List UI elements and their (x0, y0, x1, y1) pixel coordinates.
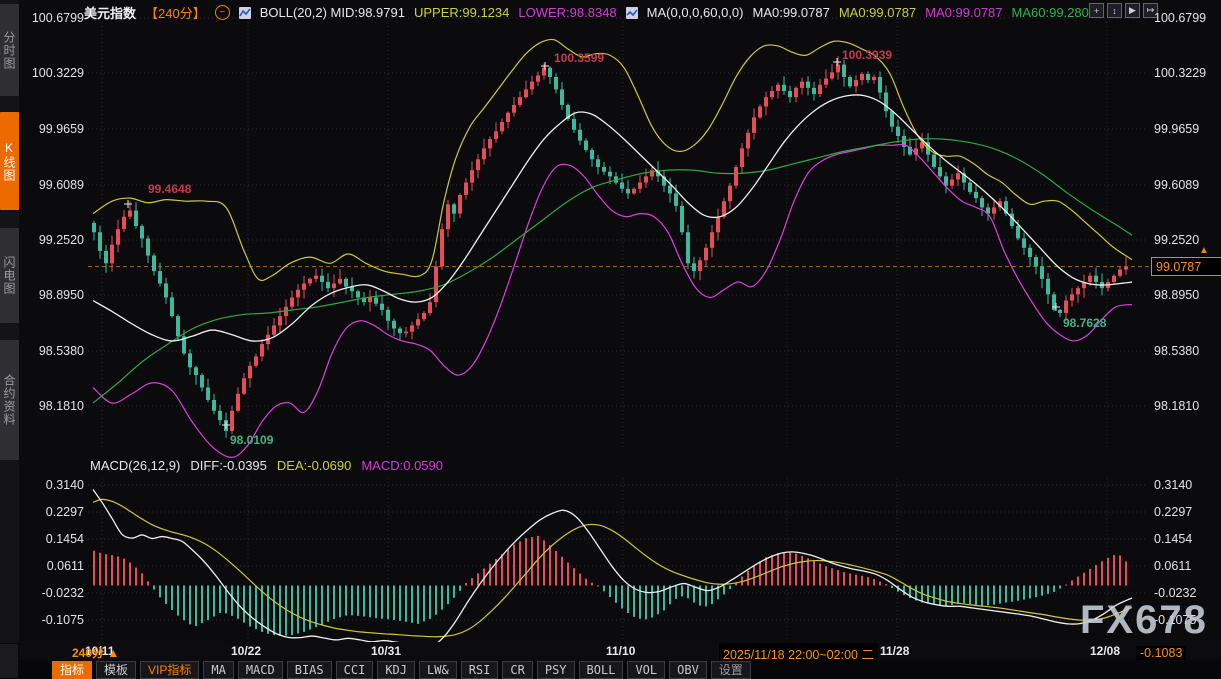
y-axis-label-left: 98.5380 (26, 344, 84, 358)
scale-tool-icon[interactable]: ↕ (1107, 3, 1122, 18)
toolbar-item-MA[interactable]: MA (203, 661, 233, 679)
ma-indicator-icon[interactable] (626, 7, 638, 19)
last-price-marker: 99.0787 (1151, 257, 1221, 276)
ma0-magenta-value: MA0:99.0787 (925, 5, 1002, 20)
high-price-annotation: 99.4648 (148, 182, 191, 196)
toolbar-item-VIP指标[interactable]: VIP指标 (140, 661, 199, 679)
ma-params: MA(0,0,0,60,0,0) (647, 5, 744, 20)
y-axis-label-left: 0.1454 (26, 532, 84, 546)
sidebar-tab-3[interactable]: 闪电图 (0, 228, 19, 323)
toolbar-item-CR[interactable]: CR (502, 661, 532, 679)
macd-params-diff: MACD(26,12,9) (90, 458, 180, 473)
bottom-left-block (0, 644, 18, 678)
toolbar-item-LW&[interactable]: LW& (419, 661, 457, 679)
y-axis-label-right: 0.0611 (1154, 559, 1218, 573)
macd-macd-value: MACD:0.0590 (361, 458, 443, 473)
toolbar-item-OBV[interactable]: OBV (669, 661, 707, 679)
x-axis-date: 10/31 (371, 644, 401, 658)
chart-toolbar-icons: + ↕ ▶ ↦ (1089, 3, 1158, 18)
y-axis-label-right: 100.6799 (1154, 11, 1218, 25)
toolbar-item-BOLL[interactable]: BOLL (579, 661, 624, 679)
boll-upper-value: UPPER:99.1234 (414, 5, 509, 20)
chart-type-sidebar: 分时图 K线图闪电图合约资料 (0, 0, 19, 643)
macd-dea-value: DEA:-0.0690 (277, 458, 351, 473)
indicator-toolbar: 指标模板VIP指标MA MACDBIASCCIKDJLW&RSICR PSYBOLL… (52, 660, 751, 679)
ma0-white-value: MA0:99.0787 (752, 5, 829, 20)
low-price-annotation: 98.0109 (230, 433, 273, 447)
y-axis-label-left: 100.3229 (26, 66, 84, 80)
boll-values: BOLL(20,2) MID:98.9791 (260, 5, 405, 20)
toolbar-item-模板[interactable]: 模板 (96, 661, 136, 679)
macd-cursor-value: -0.1083 (1136, 646, 1186, 660)
boll-lower-value: LOWER:98.8348 (518, 5, 616, 20)
period-dropdown-icon: ▲ (107, 646, 119, 660)
y-axis-label-right: 100.3229 (1154, 66, 1218, 80)
x-axis-date: 11/28 (880, 644, 909, 658)
y-axis-label-right: 98.5380 (1154, 344, 1218, 358)
toolbar-item-BIAS[interactable]: BIAS (287, 661, 332, 679)
x-axis-date: 10/22 (231, 644, 261, 658)
sidebar-tab-4[interactable]: 合约资料 (0, 340, 19, 460)
y-axis-label-left: 98.8950 (26, 288, 84, 302)
y-axis-label-left: 0.0611 (26, 559, 84, 573)
toolbar-item-KDJ[interactable]: KDJ (377, 661, 415, 679)
price-up-arrow-icon: ▲ (1199, 245, 1209, 256)
high-price-annotation: 100.3939 (842, 48, 892, 62)
y-axis-label-left: 98.1810 (26, 399, 84, 413)
playback-tool-icon[interactable]: ▶ (1125, 3, 1140, 18)
ma0-yellow-value: MA0:99.0787 (839, 5, 916, 20)
y-axis-label-right: 98.8950 (1154, 288, 1218, 302)
collapse-icon[interactable]: − (215, 5, 230, 20)
toolbar-item-VOL[interactable]: VOL (627, 661, 665, 679)
y-axis-label-right: 98.1810 (1154, 399, 1218, 413)
y-axis-label-left: 100.6799 (26, 11, 84, 25)
y-axis-label-left: 99.6089 (26, 178, 84, 192)
chart-canvas[interactable] (0, 0, 1221, 679)
y-axis-label-left: 99.9659 (26, 122, 84, 136)
indicator-header: 美元指数 【240分】 − BOLL(20,2) MID:98.9791 UPP… (84, 3, 1096, 22)
y-axis-label-left: -0.1075 (26, 613, 84, 627)
low-price-annotation: 98.7628 (1063, 316, 1106, 330)
y-axis-label-left: 99.2520 (26, 233, 84, 247)
toolbar-item-MACD[interactable]: MACD (238, 661, 283, 679)
period-badge: 【240分】 (145, 3, 206, 22)
toolbar-item-RSI[interactable]: RSI (461, 661, 499, 679)
sidebar-tab-1[interactable]: 分时图 (0, 4, 19, 96)
y-axis-label-left: 0.3140 (26, 478, 84, 492)
x-axis-date: 11/10 (606, 644, 635, 658)
period-selector[interactable]: 240分 ▲ (72, 644, 119, 661)
toolbar-item-PSY[interactable]: PSY (537, 661, 575, 679)
y-axis-label-right: 0.2297 (1154, 505, 1218, 519)
sidebar-tab-2[interactable]: K线图 (0, 112, 19, 210)
toolbar-item-CCI[interactable]: CCI (336, 661, 374, 679)
y-axis-label-left: 0.2297 (26, 505, 84, 519)
y-axis-label-right: 0.3140 (1154, 478, 1218, 492)
macd-diff-value: DIFF:-0.0395 (190, 458, 267, 473)
toolbar-item-指标[interactable]: 指标 (52, 661, 92, 679)
y-axis-label-right: 99.9659 (1154, 122, 1218, 136)
boll-indicator-icon[interactable] (239, 7, 251, 19)
y-axis-label-right: 0.1454 (1154, 532, 1218, 546)
fx678-watermark: FX678 (1080, 598, 1208, 643)
toolbar-item-设置[interactable]: 设置 (711, 661, 751, 679)
x-axis-date: 12/08 (1090, 644, 1120, 658)
macd-header: MACD(26,12,9) DIFF:-0.0395 DEA:-0.0690 M… (90, 458, 443, 473)
y-axis-label-right: 99.6089 (1154, 178, 1218, 192)
y-axis-label-left: -0.0232 (26, 586, 84, 600)
high-price-annotation: 100.3599 (554, 51, 604, 65)
ma60-value: MA60:99.2804 (1012, 5, 1097, 20)
symbol-name: 美元指数 (84, 3, 136, 22)
pan-tool-icon[interactable]: + (1089, 3, 1104, 18)
